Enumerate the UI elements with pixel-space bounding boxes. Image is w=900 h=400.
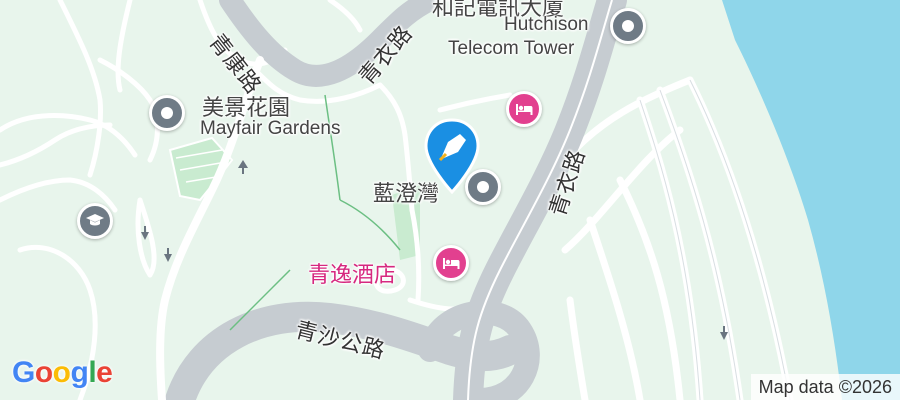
hotel-icon[interactable]	[506, 91, 542, 127]
google-logo-letter: o	[52, 356, 71, 389]
google-logo[interactable]: Google	[12, 356, 113, 390]
google-logo-letter: o	[34, 356, 53, 389]
poi-label-mayfair-en[interactable]: Mayfair Gardens	[200, 118, 340, 140]
landmark-icon[interactable]	[149, 95, 185, 131]
map-view[interactable]: 青康路 青衣路 青衣路 青沙公路 和記電訊大廈 Hutchison Teleco…	[0, 0, 900, 400]
poi-label-hutchison-en-2[interactable]: Telecom Tower	[448, 38, 574, 60]
hotel-label[interactable]: 青逸酒店	[308, 257, 396, 289]
google-logo-letter: G	[12, 356, 35, 389]
google-logo-letter: l	[88, 356, 97, 389]
google-logo-letter: e	[96, 356, 113, 389]
poi-label-hutchison-en-1[interactable]: Hutchison	[504, 14, 589, 36]
map-attribution[interactable]: Map data ©2026	[750, 374, 900, 400]
hotel-icon[interactable]	[433, 245, 469, 281]
school-icon[interactable]	[77, 203, 113, 239]
selected-location-pin-icon[interactable]	[420, 116, 484, 196]
map-base-layer	[0, 0, 900, 400]
google-logo-letter: g	[70, 356, 89, 389]
landmark-icon[interactable]	[610, 8, 646, 44]
